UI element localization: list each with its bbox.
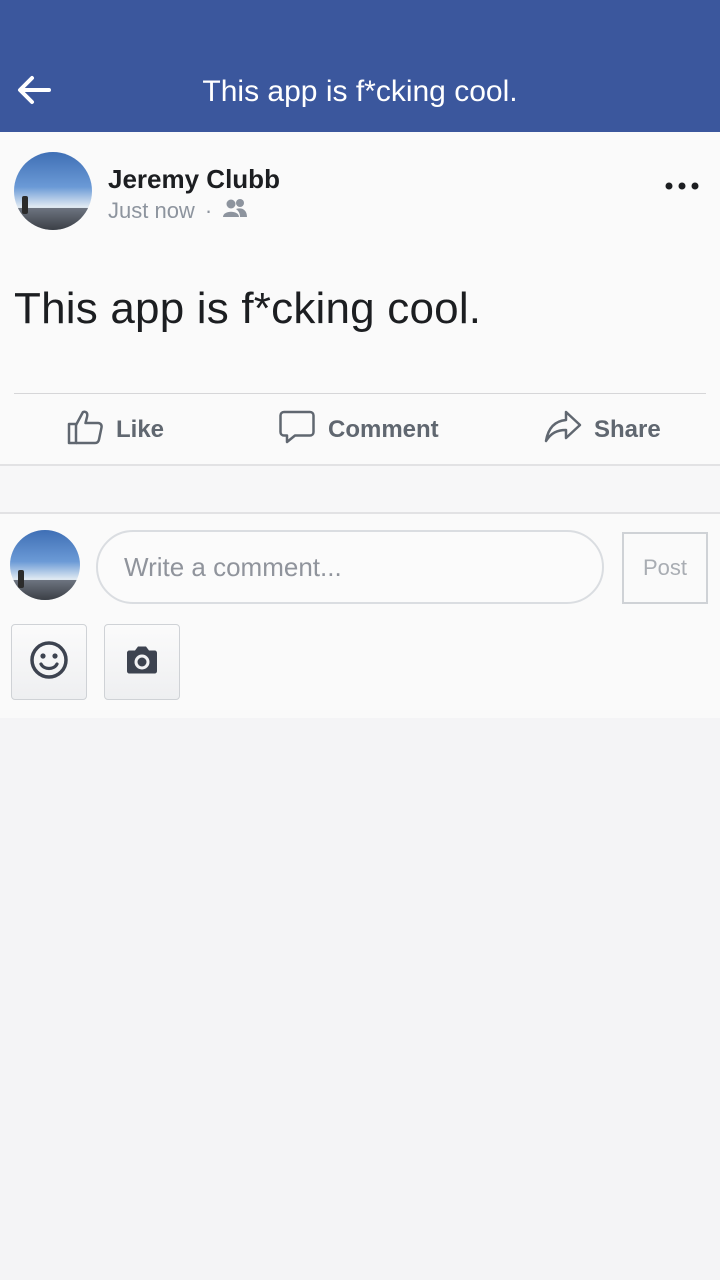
post-timestamp: Just now <box>108 198 195 223</box>
more-horizontal-icon <box>665 177 699 195</box>
user-avatar[interactable] <box>10 530 80 600</box>
more-options-button[interactable] <box>660 172 704 200</box>
camera-button[interactable] <box>104 624 180 700</box>
emoji-button[interactable] <box>11 624 87 700</box>
post-meta: Just now · <box>108 198 248 224</box>
friends-icon <box>222 198 248 224</box>
meta-separator: · <box>204 198 213 223</box>
share-button[interactable]: Share <box>544 404 661 456</box>
section-gap <box>0 466 720 512</box>
comment-label: Comment <box>328 416 439 443</box>
comment-composer: Post <box>0 514 720 718</box>
thumbs-up-icon <box>66 408 104 453</box>
comment-button[interactable]: Comment <box>278 404 439 456</box>
post-card: Jeremy Clubb Just now · This app is f*ck… <box>0 132 720 465</box>
post-body-text: This app is f*cking cool. <box>14 284 482 333</box>
action-divider <box>14 393 706 394</box>
share-label: Share <box>594 416 661 443</box>
like-label: Like <box>116 416 165 443</box>
author-name[interactable]: Jeremy Clubb <box>108 164 280 195</box>
post-comment-button[interactable]: Post <box>622 532 708 604</box>
share-arrow-icon <box>544 408 582 453</box>
header-title: This app is f*cking cool. <box>202 75 518 108</box>
app-header: This app is f*cking cool. <box>0 0 720 132</box>
author-avatar[interactable] <box>14 152 92 230</box>
like-button[interactable]: Like <box>66 404 164 456</box>
comment-input[interactable] <box>96 530 604 604</box>
camera-icon <box>124 645 160 680</box>
comment-bubble-icon <box>278 408 316 453</box>
emoji-icon <box>29 640 69 685</box>
